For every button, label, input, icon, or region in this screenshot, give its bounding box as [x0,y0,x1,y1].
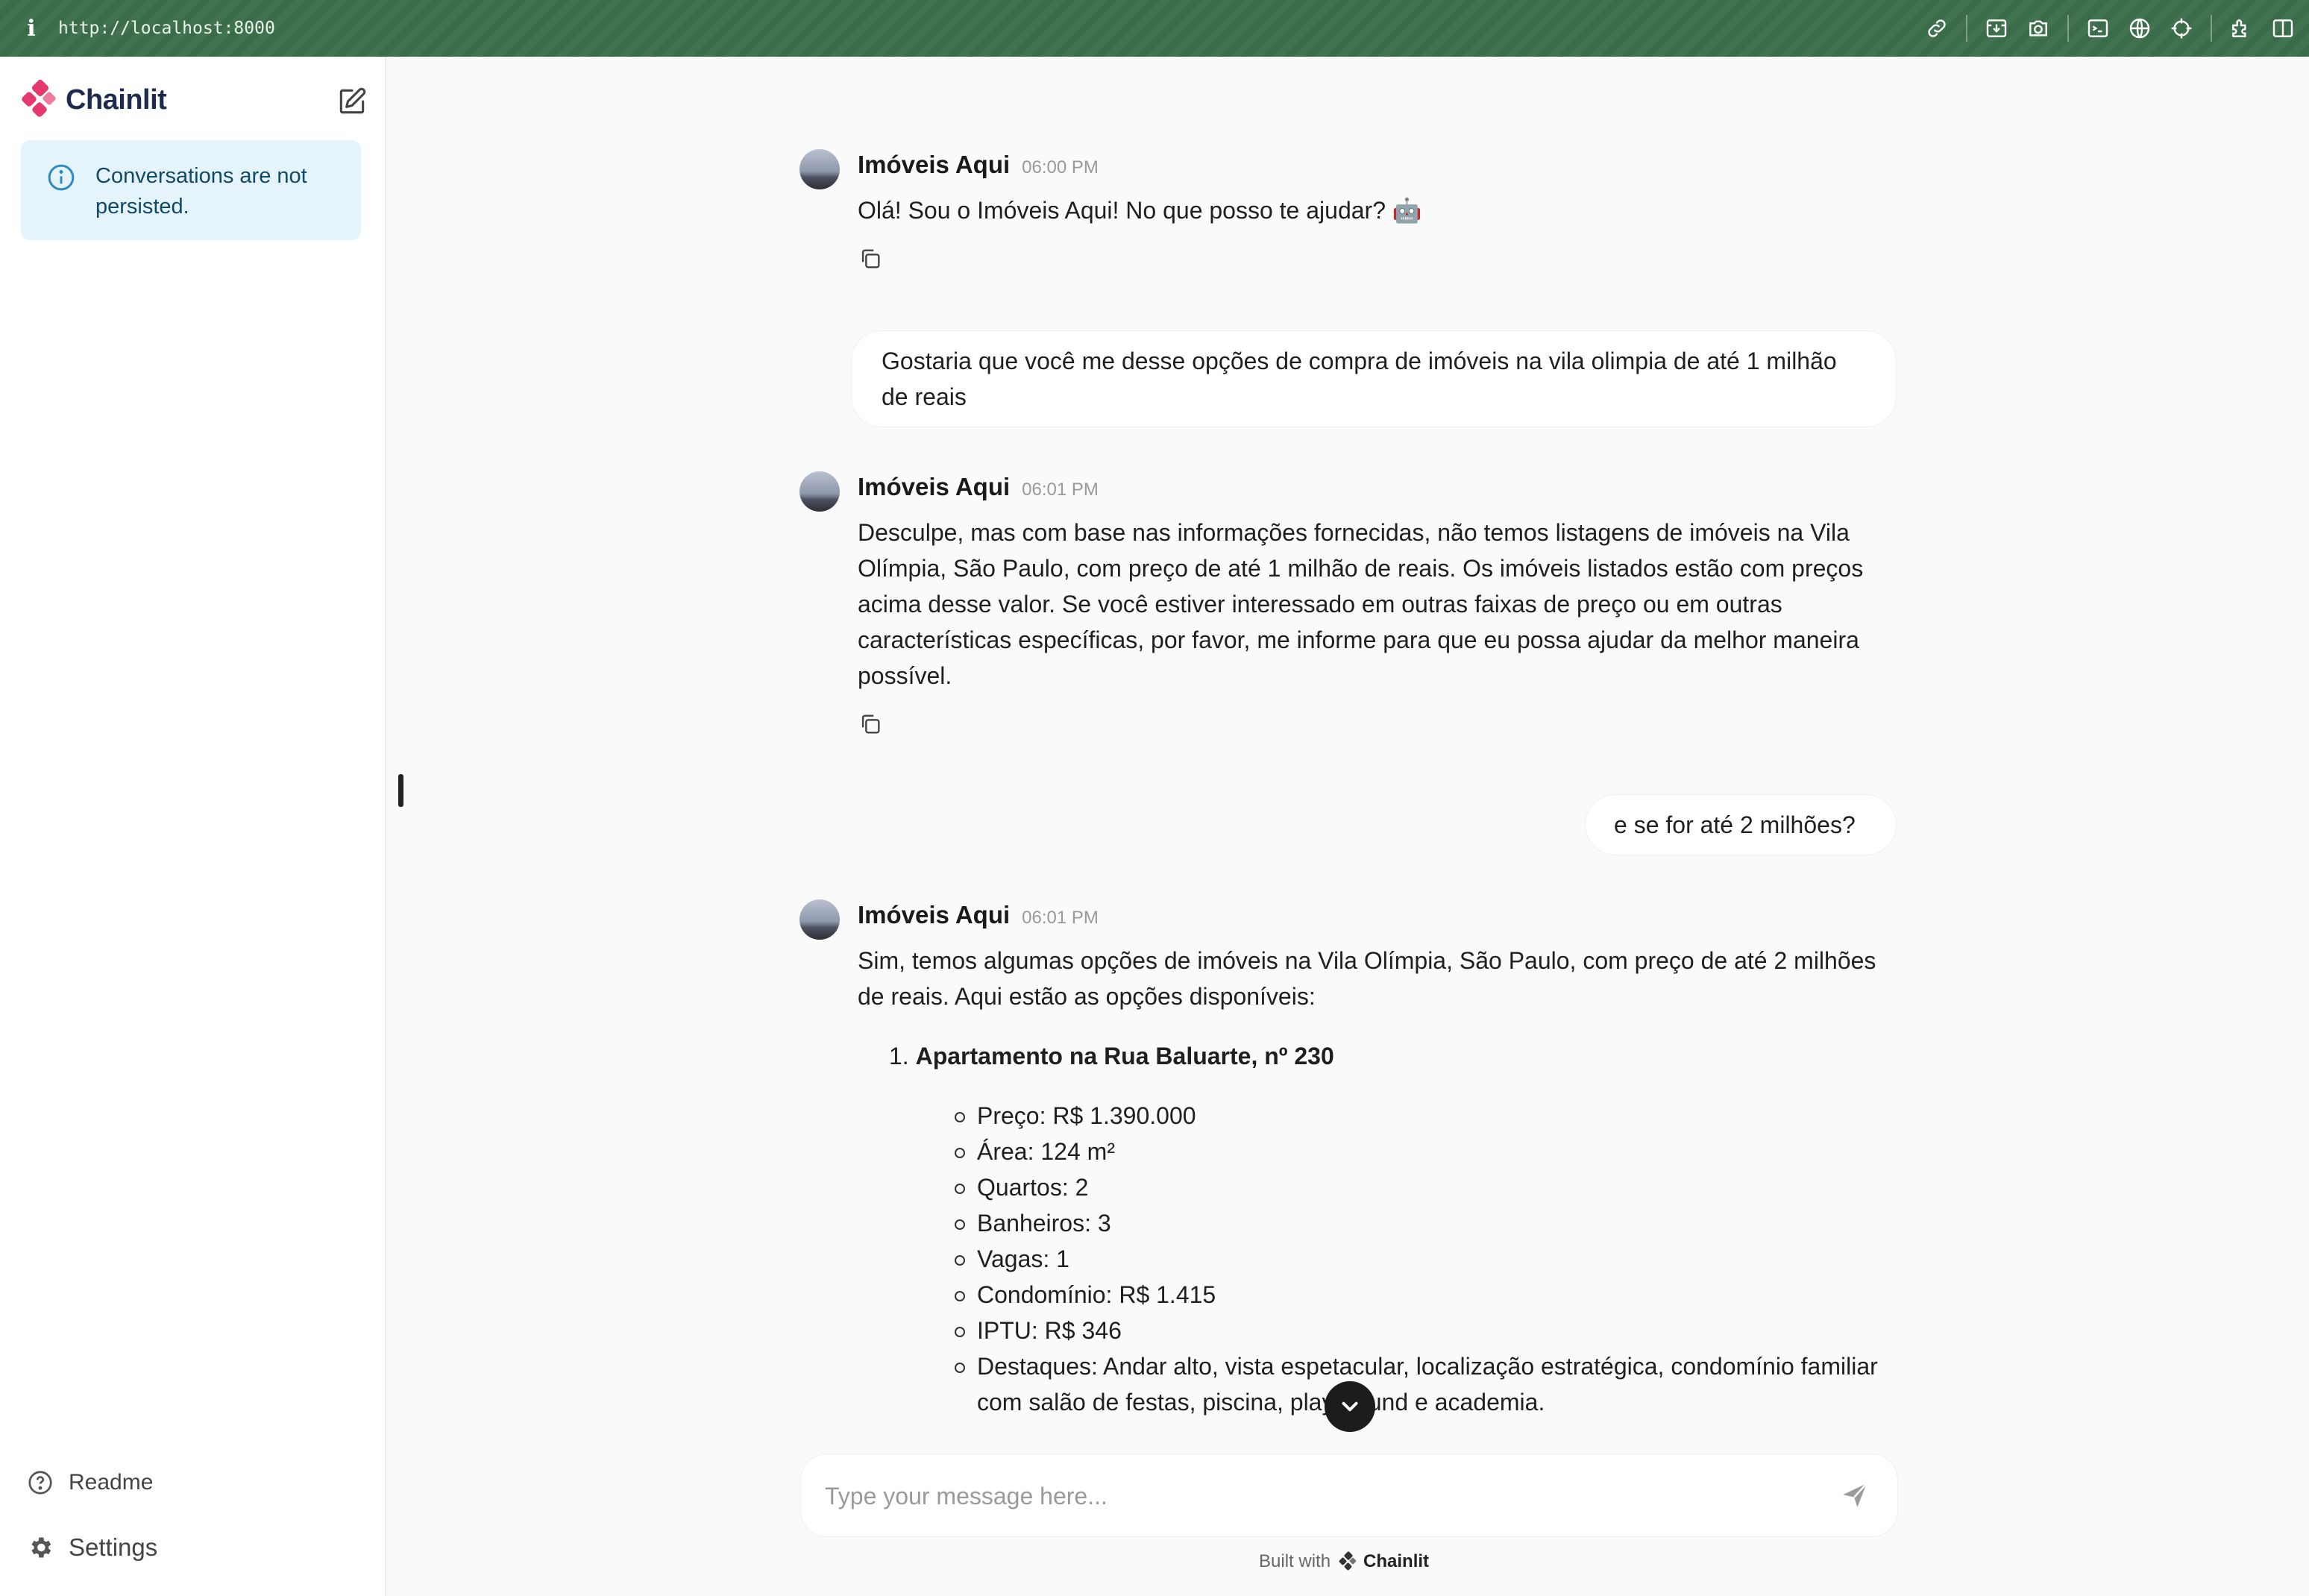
chainlit-logo-icon [1339,1551,1357,1571]
avatar [799,899,840,940]
app-name: Chainlit [66,84,167,116]
gear-icon [31,1537,51,1558]
detail-item: Área: 124 m² [917,1134,1894,1169]
sidebar-toggle-icon[interactable] [2270,16,2296,41]
message-text: Olá! Sou o Imóveis Aqui! No que posso te… [858,197,1422,224]
detail-item: Vagas: 1 [917,1241,1894,1277]
notice-text: Conversations are not persisted. [95,164,307,219]
browser-tools [1908,0,2296,57]
copy-icon[interactable] [858,246,883,271]
footer-prefix: Built with [1259,1551,1331,1571]
user-message: Gostaria que você me desse opções de com… [852,331,1896,427]
list-item: 1. Apartamento na Rua Baluarte, nº 230 [858,1038,1894,1074]
app-logo[interactable]: Chainlit [19,79,167,121]
readme-label: Readme [69,1470,154,1495]
user-message: e se for até 2 milhões? [1586,795,1896,855]
message-author: Imóveis Aqui 06:01 PM [858,901,1099,929]
toolbar-divider [2211,15,2212,42]
toolbar-divider [1966,15,1967,42]
browser-toolbar: i http://localhost:8000 [0,0,2309,57]
new-chat-button[interactable] [336,85,368,118]
assistant-message: Imóveis Aqui 06:01 PM Desculpe, mas com b… [799,471,1903,740]
message-text: Sim, temos algumas opções de imóveis na … [858,943,1894,1420]
settings-link[interactable]: Settings [27,1533,157,1562]
persistence-notice: Conversations are not persisted. [21,140,361,240]
settings-label: Settings [69,1533,158,1561]
message-time: 06:00 PM [1022,157,1099,177]
terminal-icon[interactable] [2085,16,2111,41]
message-intro: Sim, temos algumas opções de imóveis na … [858,947,1876,1010]
camera-icon[interactable] [2026,16,2051,41]
readme-link[interactable]: Readme [27,1469,153,1496]
info-circle-icon [48,164,75,191]
scroll-handle[interactable] [398,774,403,807]
crosshair-icon[interactable] [2169,16,2194,41]
listing-details: Preço: R$ 1.390.000 Área: 124 m² Quartos… [858,1098,1894,1420]
detail-item: Preço: R$ 1.390.000 [917,1098,1894,1134]
user-message-text: e se for até 2 milhões? [1614,811,1856,838]
copy-icon[interactable] [858,711,883,737]
message-time: 06:01 PM [1022,480,1099,500]
detail-item: Condomínio: R$ 1.415 [917,1277,1894,1313]
send-icon[interactable] [1839,1480,1870,1511]
assistant-message: Imóveis Aqui 06:01 PM Sim, temos algumas … [799,899,1903,1429]
footer-brand: Chainlit [1363,1551,1430,1571]
message-time: 06:01 PM [1022,908,1099,928]
avatar [799,149,840,189]
extension-icon[interactable] [2228,16,2254,41]
avatar [799,471,840,512]
detail-item: Banheiros: 3 [917,1205,1894,1241]
detail-item: Destaques: Andar alto, vista espetacular… [917,1348,1894,1420]
info-icon[interactable]: i [22,16,40,42]
address-bar-url[interactable]: http://localhost:8000 [58,19,275,38]
toolbar-divider [2067,15,2069,42]
detail-item: Quartos: 2 [917,1169,1894,1205]
user-message-text: Gostaria que você me desse opções de com… [882,348,1837,410]
assistant-message: Imóveis Aqui 06:00 PM Olá! Sou o Imóveis … [799,149,1903,283]
message-author: Imóveis Aqui 06:01 PM [858,473,1099,500]
message-author: Imóveis Aqui 06:00 PM [858,151,1099,178]
listing-title: Apartamento na Rua Baluarte, nº 230 [915,1043,1334,1069]
sidebar: Chainlit Conversations are not persisted… [0,57,386,1596]
chainlit-logo-icon [22,79,56,117]
list-number: 1. [889,1043,909,1069]
help-circle-icon [28,1471,52,1495]
globe-icon[interactable] [2127,16,2152,41]
built-with-footer[interactable]: Built with Chainlit [1259,1551,1429,1572]
message-composer [801,1454,1897,1536]
edit-icon [339,87,366,114]
detail-item: IPTU: R$ 346 [917,1313,1894,1348]
download-icon[interactable] [1984,16,2009,41]
message-input[interactable] [823,1475,1796,1517]
link-icon[interactable] [1924,16,1950,41]
scroll-to-bottom-button[interactable] [1325,1381,1375,1432]
message-text: Desculpe, mas com base nas informações f… [858,519,1864,689]
chevron-down-icon [1342,1401,1358,1412]
